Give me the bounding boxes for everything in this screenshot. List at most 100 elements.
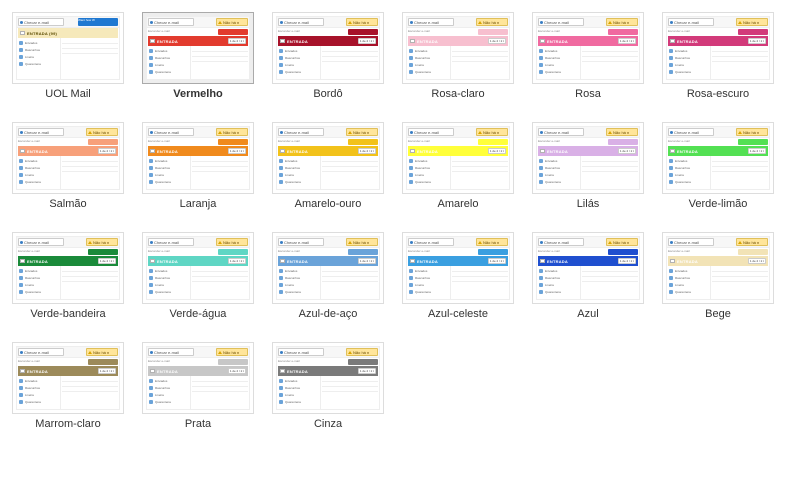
folder-icon — [669, 180, 673, 184]
nao-ha-badge: Não há n — [86, 238, 118, 246]
theme-thumbnail[interactable]: Checar e-mailNão há nEsconder e-mailENTR… — [532, 232, 644, 304]
sidebar-item-label: Enviados — [25, 41, 37, 45]
thumbnail-preview: Checar e-mailNão há nEsconder e-mailENTR… — [276, 236, 380, 300]
sidebar-item-label: Lixeira — [285, 393, 294, 397]
envelope-icon — [150, 39, 155, 43]
nao-ha-badge: Não há n — [216, 238, 248, 246]
theme-label: Prata — [185, 418, 211, 430]
sidebar-item-quarentena: Quarentena — [17, 398, 60, 405]
preview-row — [582, 281, 638, 282]
theme-thumbnail[interactable]: Checar e-mailNão há nEsconder e-mailENTR… — [272, 342, 384, 414]
theme-thumbnail[interactable]: Checar e-mailNão há nEsconder e-mailENTR… — [142, 232, 254, 304]
sidebar-item-label: Lixeira — [155, 283, 164, 287]
sidebar-item-label: Rascunhos — [285, 276, 300, 280]
sidebar-item-label: Quarentena — [285, 400, 301, 404]
folder-icon — [539, 56, 543, 60]
theme-thumbnail[interactable]: Checar e-mailNão há nEsconder e-mailENTR… — [142, 12, 254, 84]
theme-label: Bordô — [313, 88, 342, 100]
selecionar-button — [608, 249, 638, 255]
theme-thumbnail[interactable]: Checar e-mailNão há nEsconder e-mailENTR… — [662, 232, 774, 304]
preview-toolbar: Checar e-mailNão há n — [17, 347, 119, 358]
theme-thumbnail[interactable]: Checar e-mailNão há nEsconder e-mailENTR… — [532, 12, 644, 84]
checar-email-button: Checar e-mail — [18, 238, 64, 246]
theme-thumbnail[interactable]: Checar e-mailNão há nEsconder e-mailENTR… — [662, 122, 774, 194]
theme-thumbnail[interactable]: Checar e-mailNão há nEsconder e-mailENTR… — [12, 342, 124, 414]
checar-email-button: Checar e-mail — [18, 18, 64, 26]
sidebar-item-lixeira: Lixeira — [147, 171, 190, 178]
preview-row — [192, 171, 248, 172]
preview-toolbar: Checar e-mailNão há n — [17, 127, 119, 138]
preview-toolbar: Checar e-mailNão há n — [147, 17, 249, 28]
thumbnail-preview: Checar e-mailNão há nEsconder e-mailENTR… — [276, 346, 380, 410]
sidebar-item-label: Quarentena — [25, 62, 41, 66]
entrada-count: 1 de 2 / 2 t — [228, 38, 246, 44]
entrada-count: 1 de 2 / 2 t — [358, 258, 376, 264]
folder-icon — [669, 269, 673, 273]
sidebar-item-label: Enviados — [25, 159, 37, 163]
sidebar-item-lixeira: Lixeira — [147, 391, 190, 398]
sidebar-item-lixeira: Lixeira — [277, 61, 320, 68]
theme-thumbnail[interactable]: Checar e-mailWant how WENTRADA (99)Envia… — [12, 12, 124, 84]
theme-thumbnail[interactable]: Checar e-mailNão há nEsconder e-mailENTR… — [402, 232, 514, 304]
sidebar-item-quarentena: Quarentena — [147, 178, 190, 185]
sidebar-item-label: Rascunhos — [25, 166, 40, 170]
refresh-icon — [150, 351, 153, 354]
sidebar-item-quarentena: Quarentena — [17, 60, 60, 67]
checar-email-button: Checar e-mail — [408, 128, 454, 136]
preview-body: EnviadosRascunhosLixeiraQuarentena — [147, 46, 249, 79]
sidebar-item-label: Rascunhos — [415, 56, 430, 60]
theme-thumbnail[interactable]: Checar e-mailNão há nEsconder e-mailENTR… — [12, 232, 124, 304]
preview-main — [321, 266, 379, 299]
theme-thumbnail[interactable]: Checar e-mailNão há nEsconder e-mailENTR… — [662, 12, 774, 84]
refresh-icon — [20, 241, 23, 244]
sidebar-item-lixeira: Lixeira — [17, 53, 60, 60]
theme-grid: Checar e-mailWant how WENTRADA (99)Envia… — [12, 12, 788, 430]
folder-icon — [149, 159, 153, 163]
refresh-icon — [280, 21, 283, 24]
theme-item: Checar e-mailNão há nEsconder e-mailENTR… — [532, 12, 644, 100]
preview-sidebar: EnviadosRascunhosLixeiraQuarentena — [277, 46, 321, 79]
theme-thumbnail[interactable]: Checar e-mailNão há nEsconder e-mailENTR… — [142, 342, 254, 414]
sidebar-item-quarentena: Quarentena — [537, 178, 580, 185]
sidebar-item-label: Enviados — [545, 159, 557, 163]
sidebar-item-label: Quarentena — [285, 180, 301, 184]
sidebar-item-enviados: Enviados — [147, 47, 190, 54]
folder-icon — [409, 63, 413, 67]
preview-sidebar: EnviadosRascunhosLixeiraQuarentena — [667, 266, 711, 299]
theme-thumbnail[interactable]: Checar e-mailNão há nEsconder e-mailENTR… — [142, 122, 254, 194]
warning-icon — [738, 131, 742, 134]
folder-icon — [279, 159, 283, 163]
selecionar-button — [218, 29, 248, 35]
theme-thumbnail[interactable]: Checar e-mailNão há nEsconder e-mailENTR… — [402, 12, 514, 84]
refresh-icon — [540, 241, 543, 244]
preview-main — [321, 46, 379, 79]
theme-thumbnail[interactable]: Checar e-mailNão há nEsconder e-mailENTR… — [272, 232, 384, 304]
theme-thumbnail[interactable]: Checar e-mailNão há nEsconder e-mailENTR… — [272, 122, 384, 194]
refresh-icon — [540, 21, 543, 24]
selecionar-button — [218, 359, 248, 365]
preview-main — [61, 376, 119, 409]
theme-thumbnail[interactable]: Checar e-mailNão há nEsconder e-mailENTR… — [12, 122, 124, 194]
sidebar-item-lixeira: Lixeira — [407, 281, 450, 288]
folder-icon — [279, 386, 283, 390]
preview-row — [452, 161, 508, 162]
checar-label: Checar e-mail — [544, 20, 569, 25]
preview-sidebar: EnviadosRascunhosLixeiraQuarentena — [17, 266, 61, 299]
sidebar-item-label: Quarentena — [675, 70, 691, 74]
preview-toolbar: Checar e-mailNão há n — [667, 237, 769, 248]
envelope-icon — [20, 369, 25, 373]
theme-thumbnail[interactable]: Checar e-mailNão há nEsconder e-mailENTR… — [402, 122, 514, 194]
esconder-label: Esconder e-mail — [668, 139, 714, 145]
theme-thumbnail[interactable]: Checar e-mailNão há nEsconder e-mailENTR… — [272, 12, 384, 84]
preview-row — [712, 171, 768, 172]
theme-thumbnail[interactable]: Checar e-mailNão há nEsconder e-mailENTR… — [532, 122, 644, 194]
folder-icon — [149, 269, 153, 273]
sidebar-item-enviados: Enviados — [407, 157, 450, 164]
theme-item: Checar e-mailWant how WENTRADA (99)Envia… — [12, 12, 124, 100]
preview-row — [62, 43, 118, 44]
folder-icon — [19, 269, 23, 273]
folder-icon — [279, 283, 283, 287]
sidebar-item-quarentena: Quarentena — [17, 178, 60, 185]
entrada-bar: ENTRADA1 de 2 / 2 t — [278, 36, 378, 46]
checar-label: Checar e-mail — [154, 130, 179, 135]
